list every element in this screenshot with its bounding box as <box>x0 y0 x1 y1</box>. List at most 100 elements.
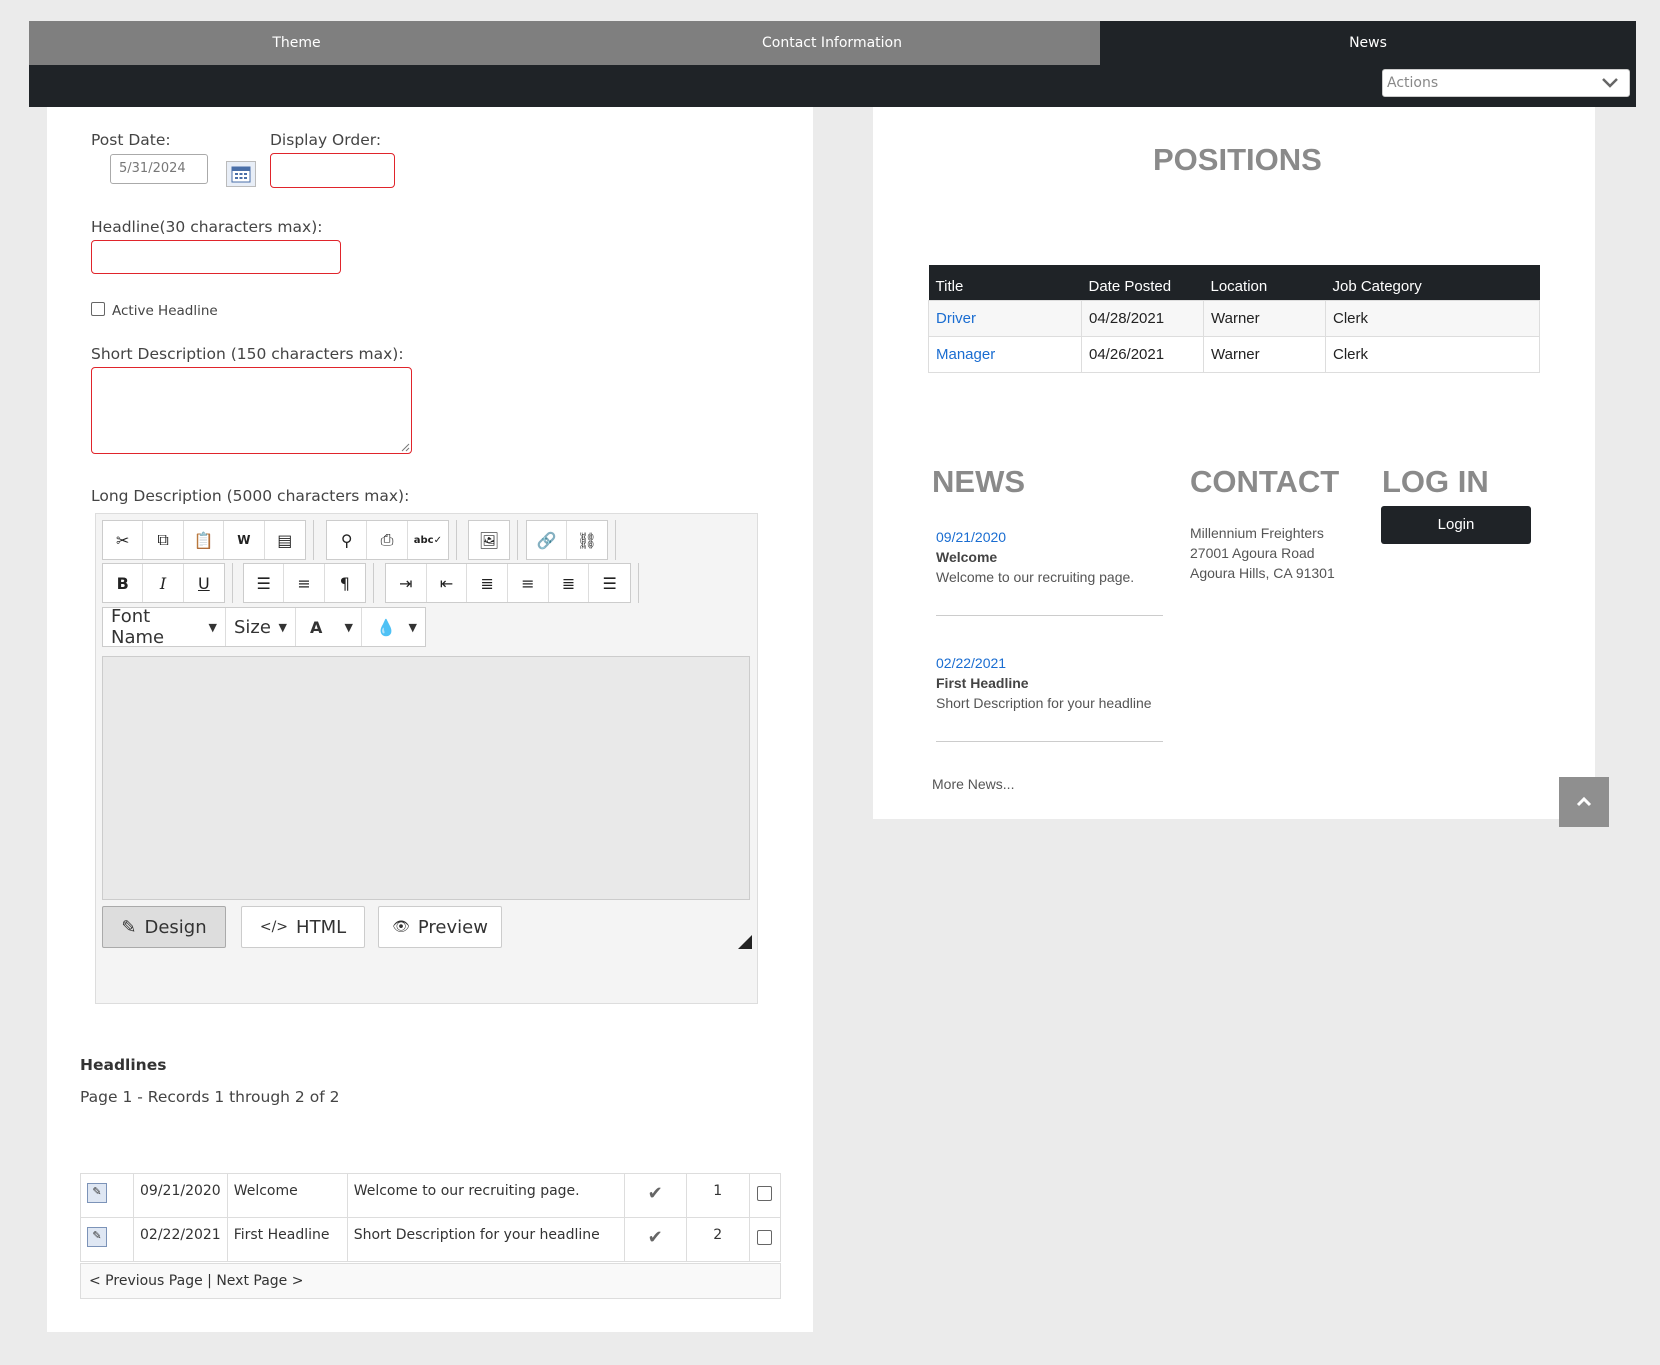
paste-plain-text-icon[interactable]: ▤ <box>265 521 305 559</box>
align-right-icon[interactable]: ≣ <box>549 564 590 602</box>
row-select-checkbox[interactable] <box>757 1186 773 1201</box>
cut-icon[interactable]: ✂ <box>103 521 144 559</box>
headlines-summary: Page 1 - Records 1 through 2 of 2 <box>80 1088 340 1106</box>
display-order-input[interactable] <box>270 153 395 188</box>
actions-dropdown[interactable]: Actions <box>1382 69 1630 97</box>
news-description: Short Description for your headline <box>936 695 1152 711</box>
font-size-label: Size <box>234 616 271 638</box>
pencil-icon: ✎ <box>121 916 137 938</box>
previous-page-link[interactable]: < Previous Page <box>89 1273 203 1289</box>
align-center-icon[interactable]: ≡ <box>508 564 549 602</box>
resize-handle-icon[interactable] <box>400 442 410 452</box>
indent-icon[interactable]: ⇥ <box>386 564 427 602</box>
edit-cell: ✎ <box>80 1173 134 1218</box>
code-icon: </> <box>259 919 289 935</box>
description-cell: Short Description for your headline <box>346 1217 625 1262</box>
contact-line: 27001 Agoura Road <box>1190 545 1315 561</box>
paragraph-icon[interactable]: ¶ <box>325 564 365 602</box>
font-toolbar-group: Font Name ▼ Size ▼ A ▼ 💧 ▼ <box>102 606 426 648</box>
table-row: Manager 04/26/2021 Warner Clerk <box>928 335 1540 373</box>
order-cell: 1 <box>685 1173 750 1218</box>
edit-icon[interactable]: ✎ <box>87 1227 107 1247</box>
short-description-textarea[interactable] <box>91 367 412 454</box>
table-row: ✎ 02/22/2021 First Headline Short Descri… <box>80 1217 782 1262</box>
headline-label: Headline(30 characters max): <box>91 218 323 236</box>
underline-icon[interactable]: U <box>184 564 224 602</box>
dropdown-arrow-icon: ▼ <box>408 620 417 634</box>
news-date-link[interactable]: 09/21/2020 <box>936 527 1134 547</box>
select-cell <box>748 1217 782 1262</box>
font-name-dropdown[interactable]: Font Name ▼ <box>103 606 226 648</box>
editor-resize-icon[interactable] <box>738 935 752 949</box>
spellcheck-icon[interactable]: abc✓ <box>408 521 448 559</box>
toolbar-separator <box>373 563 374 603</box>
design-mode-button[interactable]: ✎ Design <box>102 906 226 948</box>
align-left-icon[interactable]: ≣ <box>467 564 509 602</box>
next-page-link[interactable]: Next Page > <box>216 1273 303 1289</box>
category-cell: Clerk <box>1325 299 1540 337</box>
outdent-icon[interactable]: ⇤ <box>427 564 468 602</box>
tools-toolbar-group: ⚲ ⎙ abc✓ <box>326 520 449 560</box>
dropdown-arrow-icon: ▼ <box>278 620 287 634</box>
calendar-icon[interactable] <box>226 161 256 187</box>
tab-news[interactable]: News <box>1100 21 1636 65</box>
toolbar-separator <box>638 563 639 603</box>
justify-icon[interactable]: ☰ <box>589 564 630 602</box>
news-headline: Welcome <box>936 549 998 565</box>
eye-icon: 👁 <box>392 919 410 935</box>
table-header-row: Title Date Posted Location Job Category <box>928 265 1540 300</box>
remove-link-icon[interactable]: ⛓ <box>567 521 607 559</box>
news-divider <box>936 741 1163 742</box>
column-header: Title <box>928 265 1082 300</box>
editor-content-area[interactable] <box>102 656 750 900</box>
insert-image-icon[interactable]: 🖼 <box>469 521 509 559</box>
news-headline: First Headline <box>936 675 1029 691</box>
post-date-input[interactable]: 5/31/2024 <box>110 154 208 184</box>
display-order-label: Display Order: <box>270 131 382 149</box>
list-toolbar-group: ☰ ≡ ¶ <box>243 563 366 603</box>
tab-theme[interactable]: Theme <box>29 21 564 65</box>
order-cell: 2 <box>685 1217 750 1262</box>
active-headline-checkbox[interactable] <box>91 302 105 316</box>
position-link[interactable]: Driver <box>936 310 976 327</box>
more-news-link[interactable]: More News... <box>932 774 1014 794</box>
align-toolbar-group: ⇥ ⇤ ≣ ≡ ≣ ☰ <box>385 563 631 603</box>
checkmark-icon: ✔ <box>623 1217 687 1262</box>
italic-icon[interactable]: I <box>143 564 184 602</box>
copy-icon[interactable]: ⧉ <box>143 521 184 559</box>
find-binoculars-icon[interactable]: ⚲ <box>327 521 368 559</box>
date-cell: 02/22/2021 <box>133 1217 228 1262</box>
column-header: Job Category <box>1325 265 1540 300</box>
numbered-list-icon[interactable]: ≡ <box>284 564 325 602</box>
title-cell: Manager <box>928 335 1082 373</box>
login-button[interactable]: Login <box>1381 506 1531 544</box>
pagination-divider: | <box>207 1273 212 1289</box>
font-color-dropdown[interactable]: A ▼ <box>296 608 362 646</box>
news-description: Welcome to our recruiting page. <box>936 569 1135 585</box>
paste-icon[interactable]: 📋 <box>184 521 225 559</box>
bulleted-list-icon[interactable]: ☰ <box>244 564 285 602</box>
date-cell: 09/21/2020 <box>133 1173 228 1218</box>
insert-link-icon[interactable]: 🔗 <box>527 521 568 559</box>
row-select-checkbox[interactable] <box>757 1230 773 1245</box>
link-toolbar-group: 🔗 ⛓ <box>526 520 608 560</box>
paste-from-word-icon[interactable]: W <box>224 521 265 559</box>
headline-input[interactable] <box>91 240 341 274</box>
scroll-to-top-button[interactable] <box>1559 777 1609 827</box>
bold-icon[interactable]: B <box>103 564 144 602</box>
select-cell <box>748 1173 782 1218</box>
actions-dropdown-label: Actions <box>1387 75 1439 91</box>
tab-contact-information[interactable]: Contact Information <box>564 21 1100 65</box>
column-header: Date Posted <box>1081 265 1204 300</box>
format-toolbar-group: B I U <box>102 563 225 603</box>
print-icon[interactable]: ⎙ <box>367 521 408 559</box>
background-color-dropdown[interactable]: 💧 ▼ <box>362 608 425 646</box>
html-mode-button[interactable]: </> HTML <box>241 906 365 948</box>
font-size-dropdown[interactable]: Size ▼ <box>226 608 296 646</box>
preview-mode-button[interactable]: 👁 Preview <box>378 906 502 948</box>
edit-icon[interactable]: ✎ <box>87 1183 107 1203</box>
edit-cell: ✎ <box>80 1217 134 1262</box>
headline-cell: First Headline <box>226 1217 348 1262</box>
news-date-link[interactable]: 02/22/2021 <box>936 653 1152 673</box>
position-link[interactable]: Manager <box>936 346 995 363</box>
